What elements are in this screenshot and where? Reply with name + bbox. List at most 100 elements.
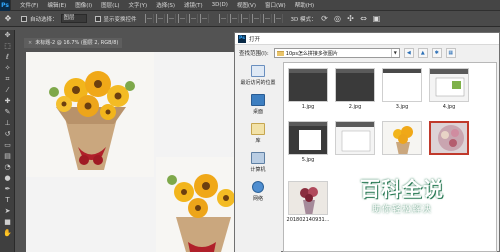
- blur-tool-icon[interactable]: ◔: [0, 162, 15, 173]
- file-thumbnail: [382, 121, 422, 155]
- menu-help[interactable]: 帮助(H): [295, 1, 314, 9]
- auto-select-dropdown[interactable]: 图层: [60, 14, 87, 23]
- gradient-tool-icon[interactable]: ▤: [0, 151, 15, 162]
- path-select-tool-icon[interactable]: ➤: [0, 206, 15, 217]
- distribute-center-icon[interactable]: [262, 14, 272, 23]
- file-item[interactable]: 201802140931...: [286, 181, 330, 223]
- file-thumbnail: [288, 181, 328, 215]
- up-folder-button[interactable]: ▲: [417, 48, 428, 58]
- place-recent[interactable]: 最近访问的位置: [235, 62, 281, 91]
- distribute-bottom-icon[interactable]: [240, 14, 250, 23]
- move-tool-icon[interactable]: ✥: [3, 14, 13, 23]
- eyedropper-tool-icon[interactable]: ⁄: [0, 85, 15, 96]
- history-brush-tool-icon[interactable]: ↺: [0, 129, 15, 140]
- place-label: 最近访问的位置: [240, 80, 276, 86]
- file-thumbnail: [429, 121, 469, 155]
- menu-3d[interactable]: 3D(D): [212, 2, 228, 8]
- menu-window[interactable]: 窗口(W): [265, 1, 286, 9]
- menu-image[interactable]: 图像(I): [75, 1, 92, 9]
- options-bar: ✥ 自动选择： 图层 显示变换控件 3D 模式： ⟳ ◎ ✣ ⇔ ▣: [0, 11, 500, 27]
- file-item[interactable]: 3.jpg: [380, 68, 424, 110]
- marquee-tool-icon[interactable]: ⬚: [0, 41, 15, 52]
- close-icon[interactable]: ×: [28, 40, 32, 46]
- menu-type[interactable]: 文字(Y): [129, 1, 148, 9]
- stamp-tool-icon[interactable]: ⊥: [0, 118, 15, 129]
- canvas-artwork: [26, 52, 236, 252]
- place-computer[interactable]: 计算机: [235, 149, 281, 178]
- document-canvas[interactable]: [26, 52, 236, 252]
- 3d-roll-icon[interactable]: ◎: [333, 14, 343, 23]
- document-tab[interactable]: × 未标题-2 @ 16.7% (图层 2, RGB/8): [24, 38, 123, 48]
- pen-tool-icon[interactable]: ✒: [0, 184, 15, 195]
- menu-select[interactable]: 选择(S): [156, 1, 175, 9]
- menu-filter[interactable]: 滤镜(T): [184, 1, 203, 9]
- file-item[interactable]: [380, 121, 424, 157]
- distribute-left-icon[interactable]: [251, 14, 261, 23]
- 3d-rotate-icon[interactable]: ⟳: [320, 14, 330, 23]
- place-label: 桌面: [252, 109, 263, 115]
- watermark-title: 百科全说: [360, 177, 444, 201]
- dodge-tool-icon[interactable]: ●: [0, 173, 15, 184]
- hand-tool-icon[interactable]: ✋: [0, 228, 15, 239]
- network-icon: [252, 181, 264, 193]
- distribute-top-icon[interactable]: [218, 14, 228, 23]
- place-library[interactable]: 库: [235, 120, 281, 149]
- bouquet-image-2: [156, 157, 236, 252]
- magic-wand-tool-icon[interactable]: ✧: [0, 63, 15, 74]
- file-thumbnail: [335, 68, 375, 102]
- distribute-middle-icon[interactable]: [229, 14, 239, 23]
- healing-tool-icon[interactable]: ✚: [0, 96, 15, 107]
- align-center-icon[interactable]: [188, 14, 198, 23]
- dialog-title-bar: Ps 打开: [235, 33, 499, 45]
- distribute-right-icon[interactable]: [273, 14, 283, 23]
- lasso-tool-icon[interactable]: ℓ: [0, 52, 15, 63]
- watermark: 百科全说 助你轻松解决: [347, 178, 457, 228]
- align-right-icon[interactable]: [199, 14, 209, 23]
- menu-file[interactable]: 文件(F): [20, 1, 38, 9]
- new-folder-button[interactable]: ✱: [431, 48, 442, 58]
- align-left-icon[interactable]: [177, 14, 187, 23]
- show-transform-label: 显示变换控件: [103, 16, 137, 23]
- menu-view[interactable]: 视图(V): [237, 1, 256, 9]
- distribute-buttons: [218, 14, 285, 23]
- show-transform-checkbox[interactable]: [94, 15, 101, 22]
- back-button[interactable]: ◀: [403, 48, 414, 58]
- chevron-down-icon[interactable]: ▼: [390, 49, 399, 57]
- brush-tool-icon[interactable]: ✎: [0, 107, 15, 118]
- look-in-bar: 查找范围(I): 10ps怎么拼接多张图片 ▼ ◀ ▲ ✱ ▦: [235, 45, 499, 61]
- watermark-subtitle: 助你轻松解决: [371, 205, 432, 215]
- place-desktop[interactable]: 桌面: [235, 91, 281, 120]
- align-top-icon[interactable]: [144, 14, 154, 23]
- file-item[interactable]: [333, 121, 377, 157]
- 3d-pan-icon[interactable]: ✣: [346, 14, 356, 23]
- 3d-mode-label: 3D 模式：: [290, 16, 317, 23]
- look-in-dropdown[interactable]: 10ps怎么拼接多张图片 ▼: [273, 48, 400, 58]
- align-bottom-icon[interactable]: [166, 14, 176, 23]
- file-thumbnail: [382, 68, 422, 102]
- file-item-selected[interactable]: [427, 121, 471, 157]
- auto-select-label: 自动选择：: [30, 16, 58, 23]
- file-name: 4.jpg: [442, 104, 456, 110]
- shape-tool-icon[interactable]: ■: [0, 217, 15, 228]
- view-menu-button[interactable]: ▦: [445, 48, 456, 58]
- eraser-tool-icon[interactable]: ▭: [0, 140, 15, 151]
- align-middle-icon[interactable]: [155, 14, 165, 23]
- place-label: 计算机: [250, 167, 266, 173]
- 3d-scale-icon[interactable]: ▣: [372, 14, 382, 23]
- place-network[interactable]: 网络: [235, 178, 281, 207]
- computer-icon: [251, 152, 265, 164]
- move-tool-icon[interactable]: ✥: [0, 30, 15, 41]
- 3d-slide-icon[interactable]: ⇔: [359, 14, 369, 23]
- auto-select-checkbox[interactable]: [21, 15, 27, 22]
- menu-edit[interactable]: 编辑(E): [47, 1, 66, 9]
- type-tool-icon[interactable]: T: [0, 195, 15, 206]
- photoshop-logo: Ps: [0, 0, 11, 11]
- file-item[interactable]: 2.jpg: [333, 68, 377, 110]
- photoshop-window: Ps 文件(F) 编辑(E) 图像(I) 图层(L) 文字(Y) 选择(S) 滤…: [0, 0, 500, 252]
- places-bar: 最近访问的位置 桌面 库 计算机 网络: [235, 62, 281, 252]
- file-item[interactable]: 1.jpg: [286, 68, 330, 110]
- file-item[interactable]: 5.jpg: [286, 121, 330, 163]
- menu-layer[interactable]: 图层(L): [101, 1, 119, 9]
- file-item[interactable]: 4.jpg: [427, 68, 471, 110]
- crop-tool-icon[interactable]: ⌗: [0, 74, 15, 85]
